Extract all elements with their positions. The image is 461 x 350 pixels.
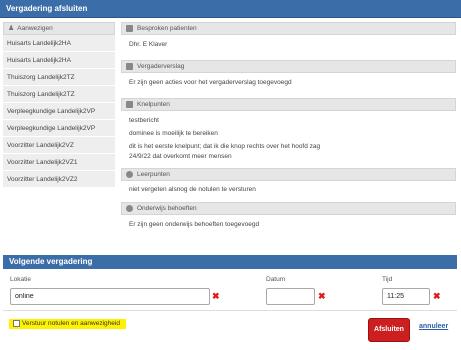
knelpunt-line: 24/9/22 dat overkomt meer mensen — [129, 153, 232, 160]
cancel-link[interactable]: annuleer — [419, 323, 448, 330]
clear-time-icon[interactable]: ✖ — [433, 292, 441, 301]
attendee-item[interactable]: Thuiszorg Landelijk2TZ — [3, 86, 115, 103]
title-divider — [0, 17, 461, 18]
book-icon — [126, 63, 133, 70]
dialog-title: Vergadering afsluiten — [6, 4, 88, 13]
location-input[interactable] — [10, 288, 210, 305]
book-icon — [126, 101, 133, 108]
next-meeting-header: Volgende vergadering — [3, 255, 457, 269]
person-icon: ♟ — [8, 25, 15, 32]
report-header: Vergaderverslag — [121, 60, 456, 73]
attendee-item[interactable]: Thuiszorg Landelijk2TZ — [3, 69, 115, 86]
knelpunt-line: testbericht — [129, 117, 159, 124]
attendee-item[interactable]: Voorzitter Landelijk2VZ1 — [3, 154, 115, 171]
attendee-item[interactable]: Voorzitter Landelijk2VZ2 — [3, 171, 115, 188]
attendees-header: ♟ Aanwezigen — [3, 22, 115, 35]
onderwijs-heading: Onderwijs behoeften — [137, 205, 197, 212]
knelpunt-line: dominee is moeilijk te bereiken — [129, 130, 218, 137]
time-input[interactable] — [382, 288, 430, 305]
knelpunten-header: Knelpunten — [121, 98, 456, 111]
send-minutes-checkbox[interactable] — [13, 320, 20, 327]
footer-divider — [3, 310, 457, 311]
clear-date-icon[interactable]: ✖ — [318, 292, 326, 301]
send-minutes-label[interactable]: Verstuur notulen en aanwezigheid — [22, 320, 120, 328]
date-label: Datum — [266, 276, 286, 283]
attendee-item[interactable]: Huisarts Landelijk2HA — [3, 52, 115, 69]
next-meeting-heading: Volgende vergadering — [9, 257, 93, 266]
patient-line: Dhr. E Klaver — [129, 41, 168, 48]
clear-location-icon[interactable]: ✖ — [212, 292, 220, 301]
leerpunt-line: niet vergeten alsnog de notulen te verst… — [129, 186, 256, 193]
knelpunten-heading: Knelpunten — [137, 101, 170, 108]
onderwijs-line: Er zijn geen onderwijs behoeften toegevo… — [129, 221, 260, 228]
time-label: Tijd — [382, 276, 393, 283]
patients-header: Besproken patienten — [121, 22, 456, 35]
summary-panel: Besproken patienten Dhr. E Klaver Vergad… — [121, 22, 456, 230]
onderwijs-header: Onderwijs behoeften — [121, 202, 456, 215]
attendees-heading: Aanwezigen — [17, 25, 53, 32]
attendee-item[interactable]: Huisarts Landelijk2HA — [3, 35, 115, 52]
dialog-title-bar: Vergadering afsluiten — [0, 0, 461, 17]
date-input[interactable] — [266, 288, 315, 305]
attendee-item[interactable]: Verpleegkundige Landelijk2VP — [3, 103, 115, 120]
leerpunten-heading: Leerpunten — [137, 171, 170, 178]
location-label: Lokatie — [10, 276, 31, 283]
report-line: Er zijn geen acties voor het vergaderver… — [129, 79, 292, 86]
graduation-icon — [126, 205, 133, 212]
lightbulb-icon — [126, 171, 133, 178]
attendee-item[interactable]: Voorzitter Landelijk2VZ — [3, 137, 115, 154]
chat-icon — [126, 25, 133, 32]
close-meeting-button[interactable]: Afsluiten — [368, 318, 410, 342]
report-heading: Vergaderverslag — [137, 63, 185, 70]
attendee-item[interactable]: Verpleegkundige Landelijk2VP — [3, 120, 115, 137]
patients-heading: Besproken patienten — [137, 25, 197, 32]
knelpunt-line: dit is het eerste knelpunt; dat ik die k… — [129, 143, 321, 150]
leerpunten-header: Leerpunten — [121, 168, 456, 181]
attendees-panel: ♟ Aanwezigen Huisarts Landelijk2HA Huisa… — [3, 22, 115, 188]
